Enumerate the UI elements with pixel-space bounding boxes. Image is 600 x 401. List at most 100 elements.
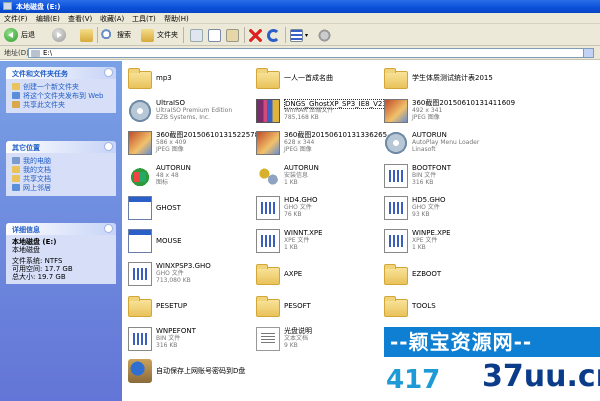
views-button[interactable]: ▾ — [290, 27, 308, 43]
up-button[interactable] — [80, 27, 93, 43]
xp-icon — [128, 163, 152, 188]
search-label: 搜索 — [117, 31, 131, 39]
address-dropdown-button[interactable] — [583, 49, 593, 57]
undo-button[interactable] — [267, 27, 280, 43]
place-network[interactable]: 网上邻居 — [12, 184, 110, 192]
file-name: WINPE.XPE — [412, 229, 451, 237]
chevron-up-icon[interactable] — [104, 224, 113, 233]
menu-edit[interactable]: 编辑(E) — [36, 14, 60, 24]
file-item[interactable]: HD5.GHO GHO 文件 93 KB — [380, 194, 508, 224]
file-item[interactable]: 360截图20150610131411609 492 x 341 JPEG 图像 — [380, 97, 515, 127]
place-label: 我的电脑 — [23, 157, 51, 165]
sync-button[interactable] — [318, 27, 331, 43]
details-header[interactable]: 详细信息 — [6, 223, 116, 235]
other-places-panel: 其它位置 我的电脑 我的文档 共享文档 网上邻居 — [6, 141, 116, 196]
file-item[interactable]: 一人一首成名曲 — [252, 64, 380, 94]
file-info: WinRAR 压缩文件 — [284, 106, 334, 114]
task-publish-web[interactable]: 将这个文件夹发布到 Web — [12, 92, 110, 100]
new-folder-icon — [12, 83, 20, 90]
file-item[interactable]: PESETUP — [124, 292, 252, 322]
folder-icon — [256, 296, 280, 318]
file-name: 一人一首成名曲 — [284, 74, 333, 82]
scissors-icon — [190, 28, 203, 42]
sync-icon — [318, 28, 331, 42]
file-name: WNPEFONT — [156, 326, 196, 335]
share-folder-icon — [12, 101, 20, 108]
copy-button[interactable] — [208, 27, 221, 43]
toolbar: 后退 搜索 文件夹 ▾ — [0, 24, 600, 46]
file-name: TOOLS — [412, 302, 436, 311]
file-item[interactable]: WINNT.XPE XPE 文件 1 KB — [252, 227, 380, 257]
file-item[interactable]: 光盘说明 文本文档 9 KB — [252, 325, 380, 355]
forward-button[interactable] — [52, 27, 66, 43]
file-item[interactable]: GHOST — [124, 194, 252, 224]
folder-icon — [384, 263, 408, 285]
file-item[interactable]: AXPE — [252, 260, 380, 290]
file-name: AUTORUN — [156, 163, 191, 172]
file-item[interactable]: EZBOOT — [380, 260, 508, 290]
file-item[interactable]: MOUSE — [124, 227, 252, 257]
file-detail: 713,080 KB — [156, 276, 191, 284]
folders-button[interactable]: 文件夹 — [141, 27, 178, 43]
file-item[interactable]: HD4.GHO GHO 文件 76 KB — [252, 194, 380, 224]
file-detail: JPEG 图像 — [284, 146, 312, 154]
file-tasks-header[interactable]: 文件和文件夹任务 — [6, 67, 116, 79]
menu-favorites[interactable]: 收藏(A) — [100, 14, 124, 24]
file-name: 自动保存上网账号密码到D盘 — [156, 367, 246, 376]
file-name: WINXPSP3.GHO — [156, 261, 211, 270]
gho-file-icon — [128, 326, 152, 351]
file-item[interactable]: TOOLS — [380, 292, 508, 322]
task-new-folder[interactable]: 创建一个新文件夹 — [12, 83, 110, 91]
file-name: 光盘说明 — [284, 326, 312, 335]
other-places-header[interactable]: 其它位置 — [6, 141, 116, 153]
menu-file[interactable]: 文件(F) — [4, 14, 28, 24]
file-item[interactable]: AUTORUN 48 x 48 图标 — [124, 162, 252, 192]
place-my-computer[interactable]: 我的电脑 — [12, 157, 110, 165]
file-item[interactable]: PESOFT — [252, 292, 380, 322]
file-item[interactable]: AUTORUN AutoPlay Menu Loader Linasoft — [380, 129, 508, 159]
file-item[interactable]: 学生体质测试统计表2015 — [380, 64, 508, 94]
file-item[interactable]: UltraISO UltraISO Premium Edition EZB Syst… — [124, 97, 252, 127]
file-info: 492 x 341 — [412, 106, 443, 114]
address-input[interactable]: E:\ — [28, 48, 594, 58]
file-name: GHOST — [156, 204, 181, 213]
cut-button[interactable] — [190, 27, 203, 43]
gho-file-icon — [256, 196, 280, 221]
chevron-up-icon[interactable] — [104, 142, 113, 151]
file-item[interactable]: WINXPSP3.GHO GHO 文件 713,080 KB — [124, 260, 252, 290]
toolbar-separator — [244, 27, 245, 43]
file-detail: JPEG 图像 — [156, 146, 184, 154]
jpeg-icon — [256, 131, 280, 156]
paste-button[interactable] — [226, 27, 239, 43]
jpeg-icon — [128, 131, 152, 156]
file-item[interactable]: DNGS_GhostXP_SP3_IE8_V23.9 WinRAR 压缩文件 785… — [252, 97, 395, 127]
file-item[interactable]: 360截图20150610131336265 628 x 344 JPEG 图像 — [252, 129, 387, 159]
place-my-documents[interactable]: 我的文档 — [12, 166, 110, 174]
file-detail: 316 KB — [412, 178, 434, 186]
file-detail: 9 KB — [284, 341, 298, 349]
back-button[interactable]: 后退 — [4, 27, 35, 43]
menu-view[interactable]: 查看(V) — [68, 14, 92, 24]
chevron-down-icon: ▾ — [305, 31, 309, 39]
watermark-logo: 417 37uu.cn — [384, 357, 600, 401]
chevron-up-icon[interactable] — [104, 68, 113, 77]
task-share-folder[interactable]: 共享此文件夹 — [12, 101, 110, 109]
watermark-number: 417 — [386, 365, 441, 395]
file-item[interactable]: 自动保存上网账号密码到D盘 — [124, 357, 252, 387]
detail-type: 本地磁盘 — [12, 246, 40, 254]
menu-tools[interactable]: 工具(T) — [132, 14, 156, 24]
folder-icon — [128, 296, 152, 318]
file-item[interactable]: WNPEFONT BIN 文件 316 KB — [124, 325, 252, 355]
file-item[interactable]: 360截图20150610131522578 586 x 409 JPEG 图像 — [124, 129, 259, 159]
file-item[interactable]: mp3 — [124, 64, 252, 94]
file-info: 文本文档 — [284, 334, 309, 342]
computer-icon — [12, 157, 20, 164]
details-title: 详细信息 — [12, 226, 40, 234]
file-item[interactable]: WINPE.XPE XPE 文件 1 KB — [380, 227, 508, 257]
menu-help[interactable]: 帮助(H) — [164, 14, 189, 24]
file-item[interactable]: BOOTFONT BIN 文件 316 KB — [380, 162, 508, 192]
search-button[interactable]: 搜索 — [101, 27, 131, 43]
file-item[interactable]: AUTORUN 安装信息 1 KB — [252, 162, 380, 192]
place-shared-documents[interactable]: 共享文档 — [12, 175, 110, 183]
delete-button[interactable] — [249, 27, 262, 43]
